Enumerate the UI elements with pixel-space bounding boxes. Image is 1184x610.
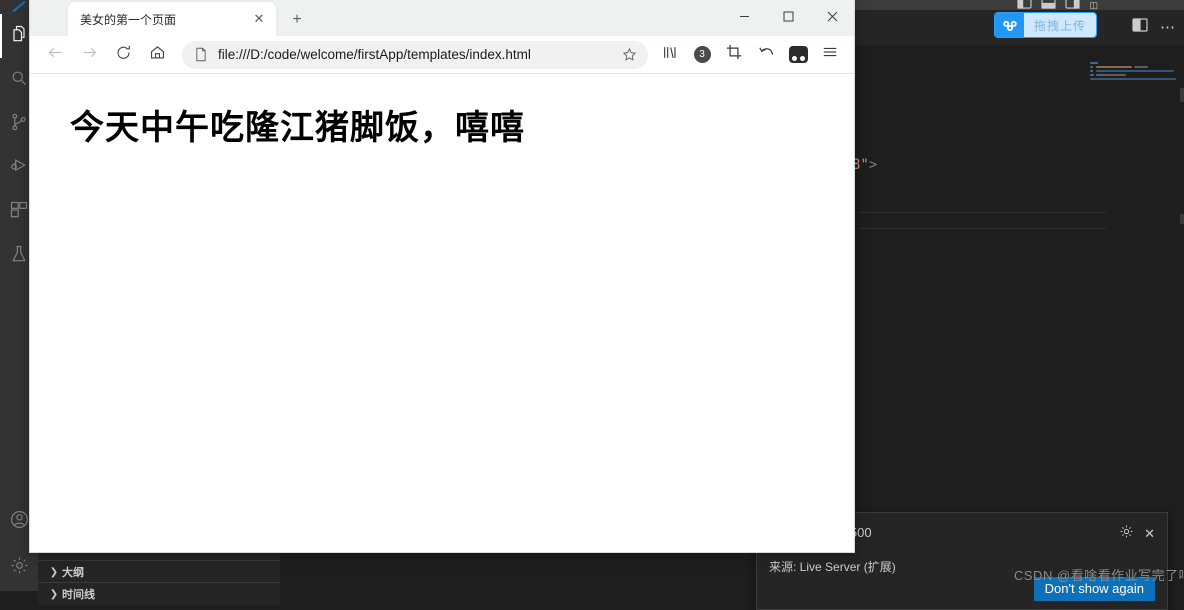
editor-minimap[interactable] xyxy=(1084,60,1176,94)
baidu-drag-upload-badge[interactable]: 拖拽上传 xyxy=(995,13,1097,37)
editor-code-fragment: 8"> xyxy=(852,157,877,173)
customize-layout-icon[interactable]: ◫ xyxy=(1089,0,1098,11)
sidebar-panel-timeline-label: 时间线 xyxy=(62,589,95,601)
hamburger-icon xyxy=(822,45,838,64)
branch-icon xyxy=(9,112,29,137)
home-button[interactable] xyxy=(140,40,174,70)
editor-separator xyxy=(860,212,1106,213)
undo-close-button[interactable] xyxy=(750,40,782,70)
files-icon xyxy=(9,24,29,49)
forward-button[interactable] xyxy=(72,40,106,70)
address-bar-url[interactable]: file:///D:/code/welcome/firstApp/templat… xyxy=(218,47,616,62)
gear-icon[interactable] xyxy=(1119,524,1134,544)
maximize-button[interactable] xyxy=(766,0,810,32)
reload-button[interactable] xyxy=(106,40,140,70)
profile-icon xyxy=(788,46,808,63)
document-icon xyxy=(194,47,208,62)
split-editor-icon[interactable] xyxy=(1132,18,1148,37)
arrow-right-icon xyxy=(81,44,98,66)
new-tab-button[interactable]: + xyxy=(286,9,308,31)
profile-button[interactable] xyxy=(782,40,814,70)
close-tab-icon[interactable]: ✕ xyxy=(248,8,270,30)
page-title: 今天中午吃隆江猪脚饭，嘻嘻 xyxy=(70,110,525,147)
ellipsis-icon[interactable]: ⋯ xyxy=(1160,20,1176,35)
extensions-badge-button[interactable]: 3 xyxy=(686,40,718,70)
back-button[interactable] xyxy=(38,40,72,70)
address-bar[interactable]: file:///D:/code/welcome/firstApp/templat… xyxy=(182,40,648,69)
gear-icon xyxy=(9,555,30,581)
home-icon xyxy=(149,44,166,66)
sidebar-panel-timeline[interactable]: ❯ 时间线 xyxy=(38,582,280,605)
run-debug-icon xyxy=(9,156,29,181)
vscode-editor-actions: ⋯ xyxy=(1132,18,1176,37)
collections-icon xyxy=(662,45,678,65)
close-icon[interactable]: ✕ xyxy=(1144,526,1155,542)
browser-tab-title: 美女的第一个页面 xyxy=(80,12,177,27)
cloud-upload-icon xyxy=(995,13,1024,37)
extensions-icon xyxy=(9,200,29,225)
page-content: 今天中午吃隆江猪脚饭，嘻嘻 xyxy=(30,100,854,552)
browser-toolbar: file:///D:/code/welcome/firstApp/templat… xyxy=(30,36,854,74)
collections-button[interactable] xyxy=(654,40,686,70)
star-icon[interactable] xyxy=(616,42,642,68)
undo-arrow-icon xyxy=(758,44,775,65)
account-icon xyxy=(9,509,30,535)
editor-scrollbar[interactable] xyxy=(1180,88,1184,102)
screenshot-button[interactable] xyxy=(718,40,750,70)
settings-menu-button[interactable] xyxy=(814,40,846,70)
code-tag-close: > xyxy=(868,157,878,173)
edge-browser-window: 美女的第一个页面 ✕ + file:///D:/code/welcome/fir… xyxy=(29,0,855,553)
editor-scrollbar[interactable] xyxy=(1180,214,1184,224)
sidebar-panel-outline-label: 大纲 xyxy=(62,567,84,579)
sidebar-panel-outline[interactable]: ❯ 大纲 xyxy=(38,560,280,583)
crop-icon xyxy=(726,44,742,65)
arrow-left-icon xyxy=(47,44,64,66)
chevron-right-icon: ❯ xyxy=(49,566,59,578)
close-button[interactable] xyxy=(810,0,854,32)
flask-icon xyxy=(9,244,29,269)
search-icon xyxy=(9,68,29,93)
baidu-drag-upload-label: 拖拽上传 xyxy=(1024,13,1097,37)
csdn-watermark: CSDN @看啥看作业写完了吗 xyxy=(1014,568,1184,583)
editor-separator xyxy=(860,228,1106,229)
window-controls xyxy=(722,0,854,32)
chevron-right-icon: ❯ xyxy=(49,588,59,600)
minimize-button[interactable] xyxy=(722,0,766,32)
badge-icon: 3 xyxy=(693,46,711,63)
browser-title-bar: 美女的第一个页面 ✕ + xyxy=(30,0,854,36)
reload-icon xyxy=(115,44,132,66)
browser-tab[interactable]: 美女的第一个页面 ✕ xyxy=(68,2,276,36)
